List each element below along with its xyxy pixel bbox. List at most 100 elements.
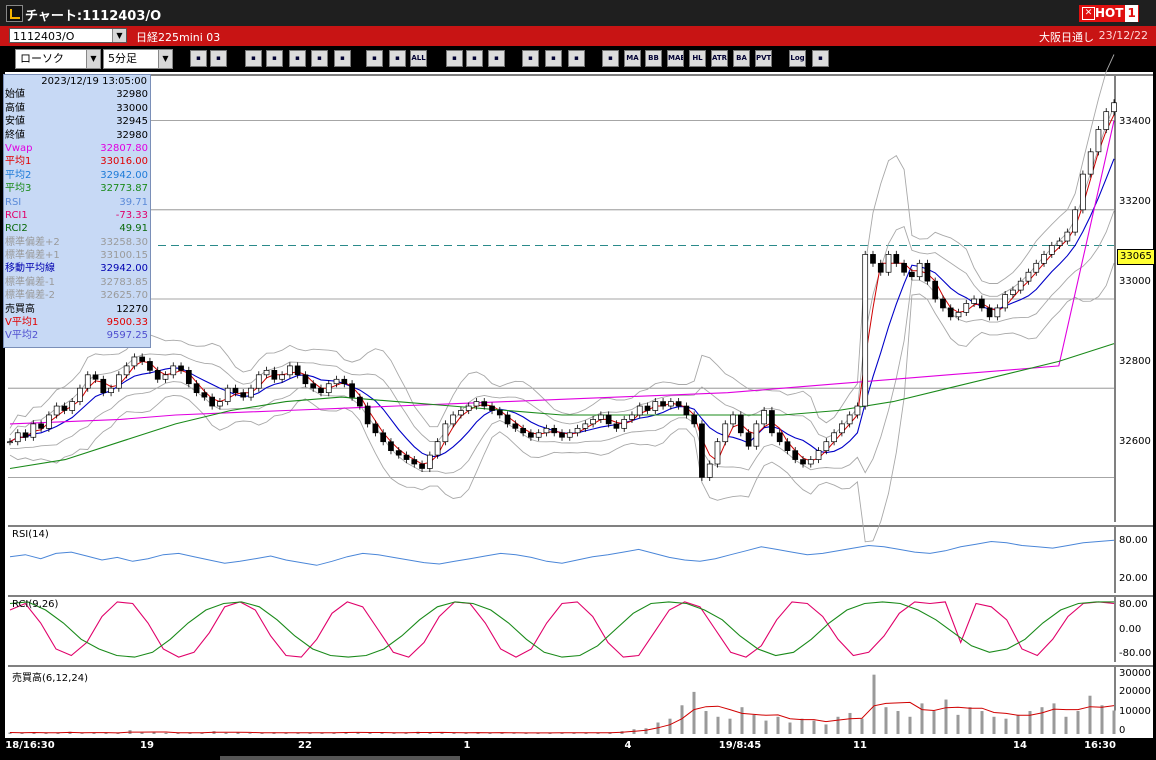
candle-body [940,298,946,309]
candle-body [185,370,192,385]
candle-body [123,365,130,376]
info-key: 平均2 [5,169,32,181]
horizontal-scrollbar[interactable] [220,756,460,760]
time-tick-label: 19/8:45 [718,740,762,751]
info-value: 32942.00 [100,169,148,181]
candle-body [730,414,736,425]
info-value: 32807.80 [100,142,148,154]
candle-body [901,262,907,273]
candle-body [364,405,371,425]
volume-bar [428,732,432,734]
time-tick-label: 16:30 [1084,740,1116,751]
candle-body [1072,209,1078,233]
info-row: 高値 33000 [4,102,150,115]
info-value: 33258.30 [100,236,148,248]
time-tick-label: 14 [1013,740,1027,751]
volume-tick-label: 10000 [1119,706,1151,717]
time-tick-label: 19 [140,740,154,751]
candle-body [489,405,495,411]
info-key: RSI [5,196,22,208]
candle-body [846,414,853,425]
candle-body [706,463,713,478]
rsi-tick-label: 20.00 [1119,573,1148,584]
volume-bar [1040,707,1044,734]
rsi-pane-label: RSI(14) [12,529,49,540]
candle-body [178,365,184,371]
time-tick-label: 18/16:30 [5,740,55,751]
volume-bar [968,707,972,734]
volume-bar [704,711,708,734]
info-value: 32980 [116,89,148,101]
candle-body [924,262,931,282]
candle-body [745,432,752,447]
candle-body [839,423,845,434]
candle-body [978,298,985,309]
info-value: 32945 [116,116,148,128]
info-value: 32783.85 [100,276,148,288]
price-tick-label: 33000 [1119,276,1151,287]
candle-body [512,423,519,429]
candle-body [854,405,861,416]
info-row: V平均1 9500.33 [4,316,150,329]
info-value: 12270 [116,303,148,315]
candle-body [566,432,573,438]
candle-body [504,414,511,425]
volume-bar [908,716,912,734]
info-row: 標準偏差+1 33100.15 [4,249,150,262]
info-value: 9500.33 [106,317,148,329]
candle-body [613,423,620,429]
info-value: 33100.15 [100,250,148,262]
candle-body [551,427,558,434]
info-row: 平均3 32773.87 [4,182,150,195]
volume-bar [860,718,864,734]
candle-body [333,378,340,385]
info-row: 売買高 12270 [4,303,150,316]
volume-bar [1028,711,1032,734]
candle-body [823,441,830,451]
info-key: 終値 [5,129,25,141]
candle-body [831,432,837,443]
current-price-tag: 33065 [1117,249,1155,265]
series-line [9,343,1115,470]
candle-body [590,419,596,425]
candle-body [434,441,441,456]
candle-body [162,374,169,380]
candle-body [154,370,161,380]
info-key: 移動平均線 [5,263,55,275]
volume-bar [1112,710,1116,734]
candle-body [92,374,99,380]
candle-body [1010,289,1016,295]
info-row: V平均2 9597.25 [4,329,150,342]
candle-body [131,356,138,367]
volume-bar [152,732,156,734]
time-axis: 18/16:30 19 22 1 4 19/8:45 11 14 16:30 [0,738,1156,760]
candle-body [69,401,76,411]
candle-body [193,383,200,394]
info-key: 平均1 [5,156,32,168]
candle-body [753,423,760,447]
candle-body [380,432,387,443]
volume-bar [1088,695,1092,734]
info-key: 売買高 [5,303,35,315]
info-key: 標準偏差-1 [5,276,55,288]
rci-pane-label: RCI(9,26) [12,599,59,610]
candle-body [255,374,262,389]
info-row: RCI1 -73.33 [4,209,150,222]
candle-body [629,414,635,420]
candle-body [170,365,177,376]
candle-body [636,405,643,416]
candle-body [582,423,589,429]
volume-bar [764,720,768,734]
candle-body [310,383,317,389]
volume-bar [80,733,84,734]
info-row: 標準偏差-2 32625.70 [4,289,150,302]
price-tick-label: 33200 [1119,196,1151,207]
candle-body [46,414,52,429]
candle-body [722,423,729,443]
candle-body [885,254,892,273]
info-row: 安値 32945 [4,115,150,128]
candle-body [893,254,900,264]
candle-body [395,450,402,456]
candle-body [621,419,628,429]
candle-body [53,405,60,416]
